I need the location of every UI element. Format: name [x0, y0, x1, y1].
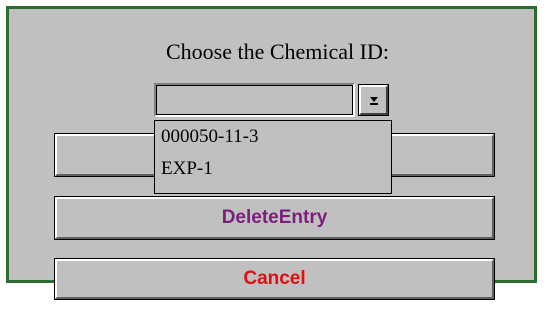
dropdown-option[interactable]: EXP-1 — [155, 153, 391, 185]
dropdown-arrow-icon — [370, 97, 378, 105]
delete-entry-button[interactable]: DeleteEntry — [54, 196, 495, 240]
cancel-button[interactable]: Cancel — [54, 258, 495, 300]
chemical-id-dropdown-list: 000050-11-3 EXP-1 — [154, 120, 392, 194]
chemical-id-field[interactable] — [154, 83, 355, 117]
dropdown-option[interactable]: 000050-11-3 — [155, 121, 391, 153]
dropdown-button[interactable] — [358, 84, 389, 116]
chemical-id-combobox[interactable] — [154, 83, 391, 117]
chemical-id-dialog: Choose the Chemical ID: DeleteEntry Canc… — [6, 6, 537, 300]
prompt-label: Choose the Chemical ID: — [165, 39, 389, 64]
